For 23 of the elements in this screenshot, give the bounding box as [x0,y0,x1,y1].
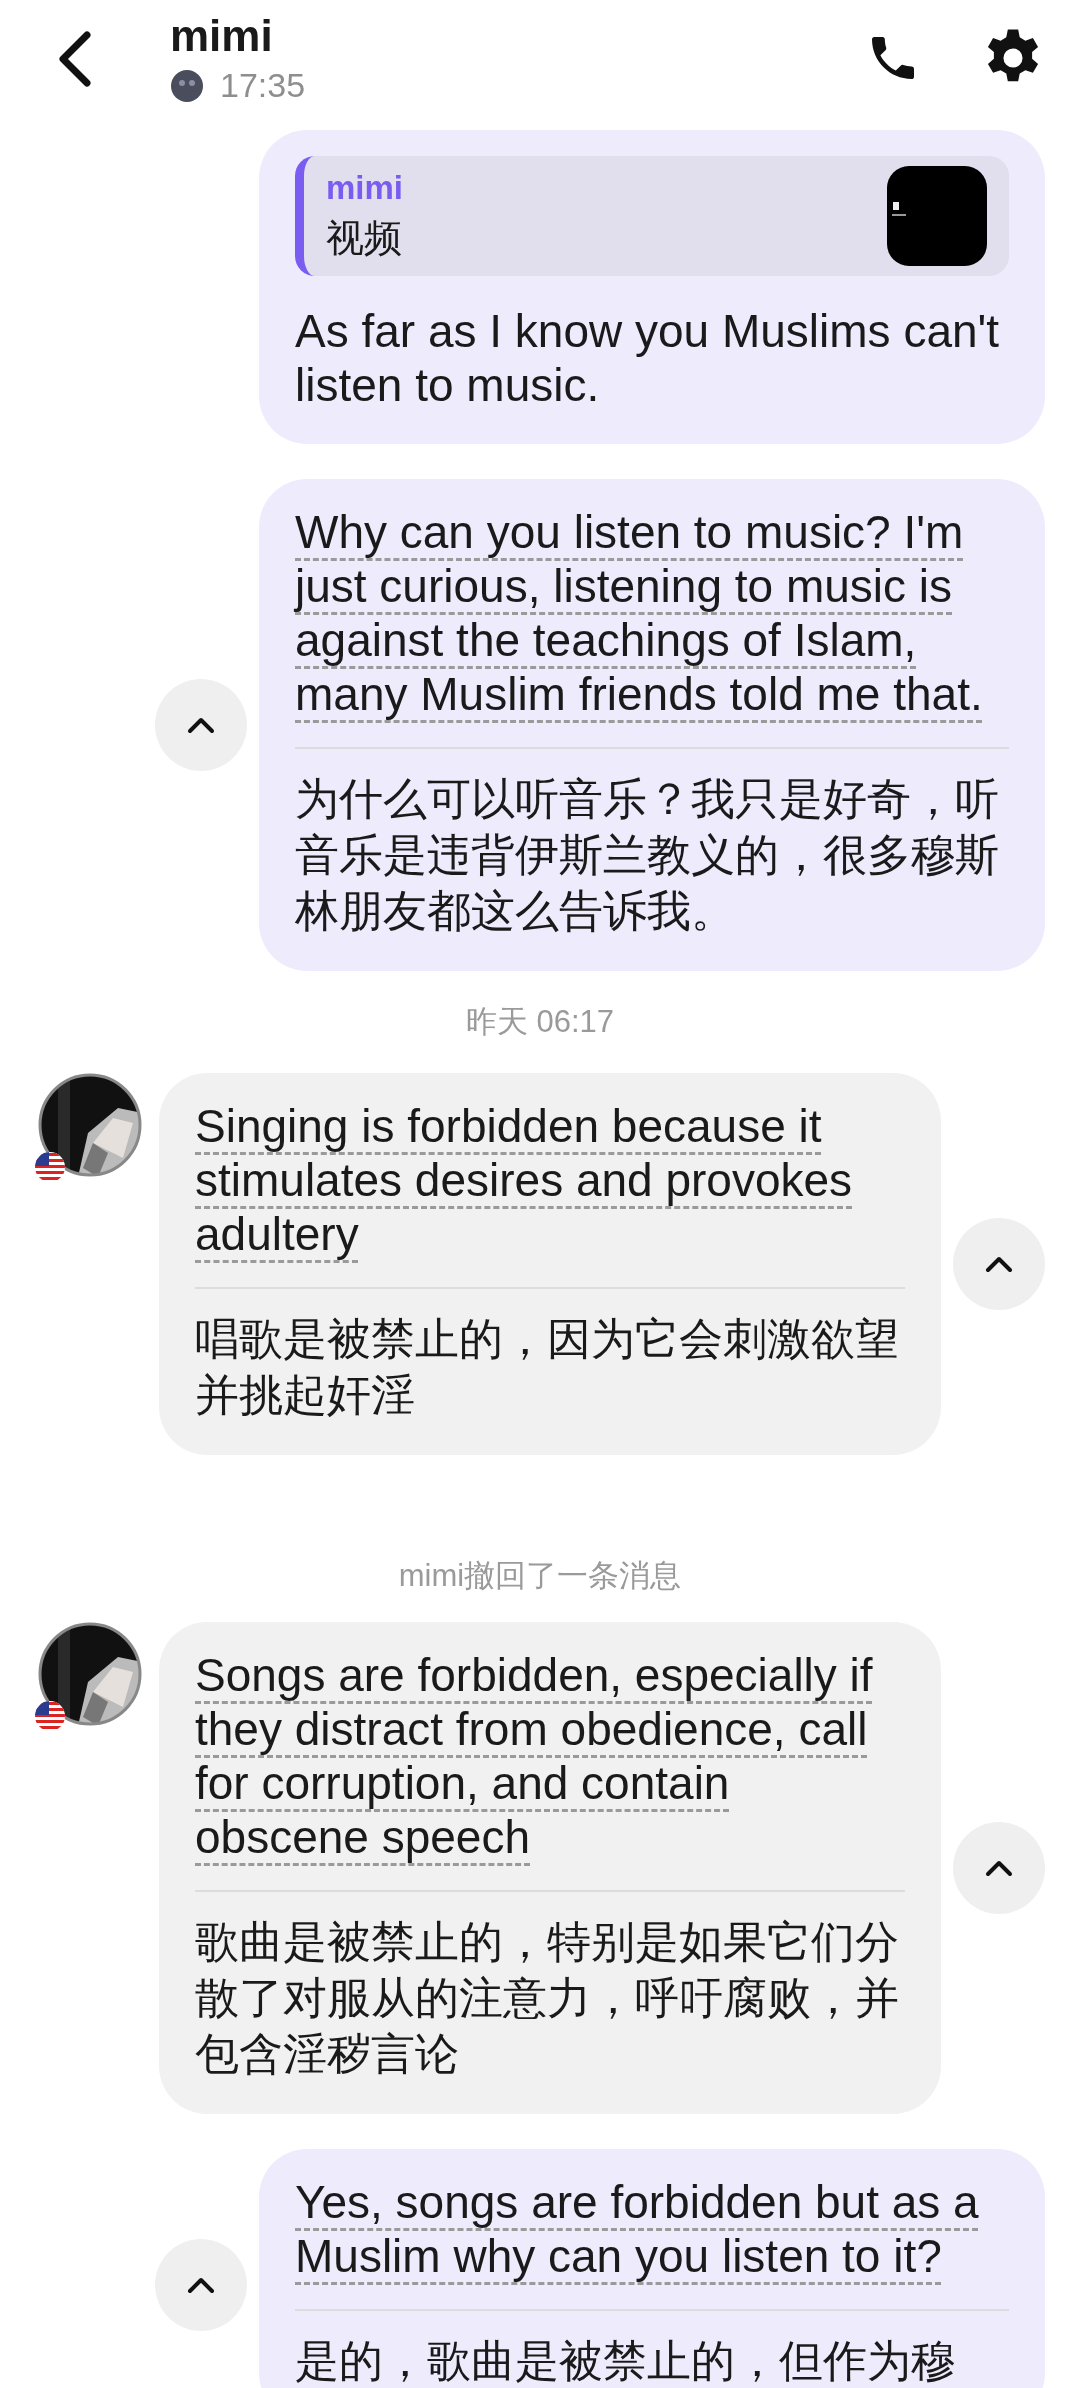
translation-text: 歌曲是被禁止的，特别是如果它们分散了对服从的注意力，呼吁腐败，并包含淫秽言论 [195,1916,900,2080]
recall-notice: mimi撤回了一条消息 [398,1557,682,1595]
message-text: Singing is forbidden because it stimulates desires and provokes adultery [195,1099,854,1261]
message-text: Yes, songs are forbidden but as a Muslim why can you listen to it? [295,2175,980,2283]
contact-name: mimi [170,10,274,62]
status-time: 17:35 [220,66,306,105]
us-flag-icon [34,1151,66,1183]
translation-text: 为什么可以听音乐？我只是好奇，听音乐是违背伊斯兰教义的，很多穆斯林朋友都这么告诉我。 [295,773,1000,937]
quote-sender: mimi [326,168,405,207]
quoted-message[interactable]: mimi 视频 [295,156,1009,276]
moon-icon [170,68,204,103]
us-flag-icon [34,1700,66,1732]
message-text: As far as I know you Muslims can't listen to music. [295,304,1001,412]
chevron-up-icon [984,1858,1014,1878]
chevron-up-icon [186,2275,216,2295]
chevron-up-icon [984,1254,1014,1274]
message-text: Why can you listen to music? I'm just curious, listening to music is against the teachings of Islam, many Muslim friends told me that. [295,505,984,721]
translation-text: 是的，歌曲是被禁止的，但作为穆 [295,2335,956,2387]
date-separator: 昨天 06:17 [465,1003,615,1041]
quote-text: 视频 [326,215,403,261]
message-text: Songs are forbidden, especially if they distract from obedience, call for corruption, and contain obscene speech [195,1648,874,1864]
chevron-up-icon [186,715,216,735]
translation-text: 唱歌是被禁止的，因为它会刺激欲望并挑起奸淫 [195,1313,900,1421]
